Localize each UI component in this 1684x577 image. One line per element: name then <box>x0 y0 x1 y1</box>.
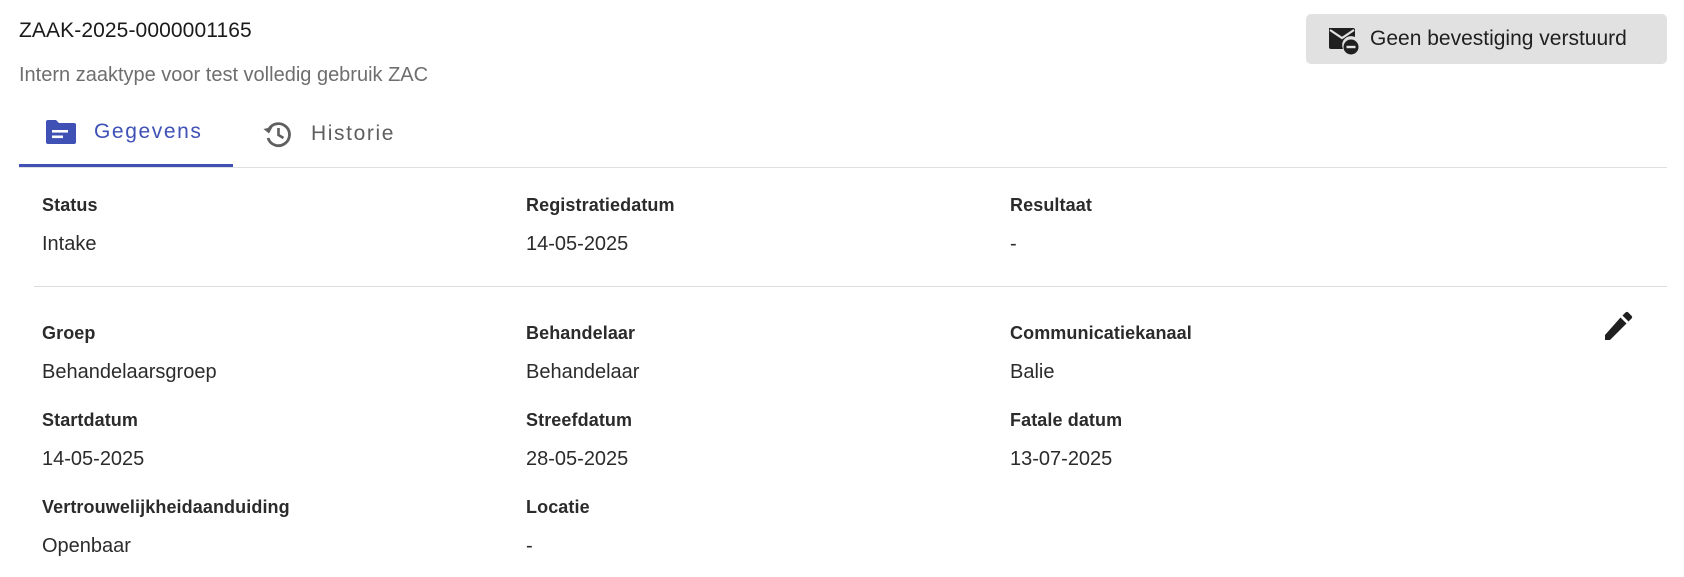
field-value: - <box>1010 233 1017 255</box>
field-value: 14-05-2025 <box>42 448 145 470</box>
field-value: 28-05-2025 <box>526 448 629 470</box>
field-behandelaar: Behandelaar Behandelaar <box>526 323 966 384</box>
field-label: Status <box>42 195 98 215</box>
field-value: - <box>526 535 533 557</box>
section-divider <box>34 286 1667 287</box>
confirmation-status-chip[interactable]: Geen bevestiging verstuurd <box>1306 14 1667 64</box>
field-value: Intake <box>42 233 97 255</box>
field-vertrouwelijkheidaanduiding: Vertrouwelijkheidaanduiding Openbaar <box>42 497 482 558</box>
field-resultaat: Resultaat - <box>1010 195 1450 256</box>
field-label: Groep <box>42 323 96 343</box>
field-value: Balie <box>1010 361 1055 383</box>
tab-historie-label: Historie <box>311 121 395 145</box>
confirmation-status-label: Geen bevestiging verstuurd <box>1370 27 1627 50</box>
field-registratiedatum: Registratiedatum 14-05-2025 <box>526 195 966 256</box>
field-label: Registratiedatum <box>526 195 675 215</box>
field-groep: Groep Behandelaarsgroep <box>42 323 482 384</box>
case-detail-page: ZAAK-2025-0000001165 Intern zaaktype voo… <box>19 0 1667 577</box>
field-startdatum: Startdatum 14-05-2025 <box>42 410 482 471</box>
field-value: 14-05-2025 <box>526 233 629 255</box>
tab-gegevens-label: Gegevens <box>94 120 203 143</box>
field-label: Communicatiekanaal <box>1010 323 1192 343</box>
field-fatale-datum: Fatale datum 13-07-2025 <box>1010 410 1450 471</box>
history-icon <box>261 117 295 151</box>
field-label: Resultaat <box>1010 195 1092 215</box>
field-locatie: Locatie - <box>526 497 966 558</box>
field-label: Vertrouwelijkheidaanduiding <box>42 497 290 517</box>
tab-bar: Gegevens Historie <box>19 100 1667 168</box>
field-value: Openbaar <box>42 535 131 557</box>
field-communicatiekanaal: Communicatiekanaal Balie <box>1010 323 1450 384</box>
field-label: Locatie <box>526 497 590 517</box>
case-id-title: ZAAK-2025-0000001165 <box>19 19 252 42</box>
field-streefdatum: Streefdatum 28-05-2025 <box>526 410 966 471</box>
pencil-icon <box>1601 309 1635 348</box>
field-value: 13-07-2025 <box>1010 448 1113 470</box>
tab-gegevens[interactable]: Gegevens <box>19 100 233 167</box>
field-value: Behandelaar <box>526 361 640 383</box>
field-label: Startdatum <box>42 410 139 430</box>
tab-historie[interactable]: Historie <box>261 100 441 167</box>
mail-blocked-icon <box>1326 22 1360 56</box>
field-status: Status Intake <box>42 195 482 256</box>
case-type-subtitle: Intern zaaktype voor test volledig gebru… <box>19 64 429 86</box>
field-label: Behandelaar <box>526 323 636 343</box>
edit-details-button[interactable] <box>1600 310 1636 346</box>
folder-icon <box>44 115 78 149</box>
field-label: Streefdatum <box>526 410 633 430</box>
field-value: Behandelaarsgroep <box>42 361 217 383</box>
field-label: Fatale datum <box>1010 410 1123 430</box>
